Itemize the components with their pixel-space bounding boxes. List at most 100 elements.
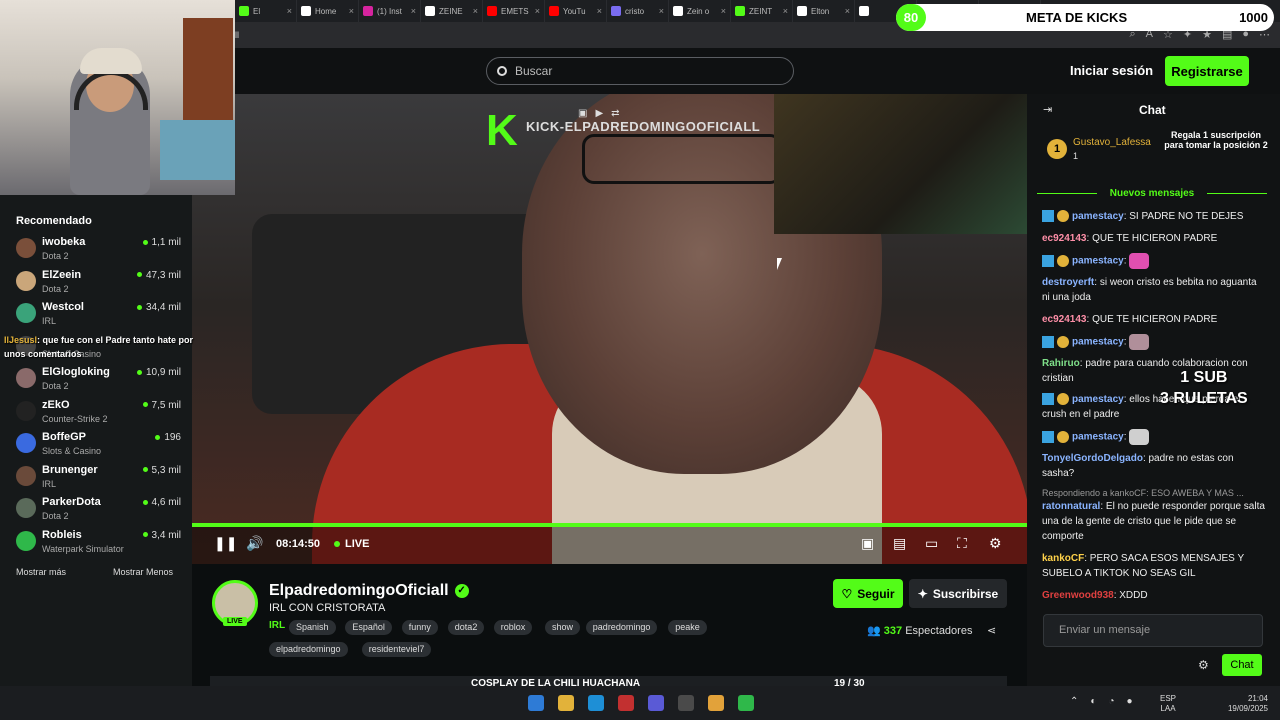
picture-in-picture-icon[interactable]: ▣ — [861, 535, 874, 552]
chat-message[interactable]: ec924143: QUE TE HICIERON PADRE — [1042, 312, 1267, 327]
share-icon[interactable]: ⋖ — [987, 624, 996, 637]
sidebar-channel-item[interactable]: zEkO Counter-Strike 2 7,5 mil — [16, 399, 181, 429]
chat-message-input[interactable]: Enviar un mensaje — [1043, 614, 1263, 647]
channel-name-text: ElpadredomingoOficiall — [269, 582, 449, 599]
browser-tab[interactable]: Home × — [297, 0, 359, 22]
video-player[interactable]: K KICK-ELPADREDOMINGOOFICIALL ▣ ▶ ⇄ ❚❚ 🔊… — [192, 94, 1027, 564]
tab-close-icon[interactable]: × — [721, 6, 726, 16]
sidebar-channel-item[interactable]: ElGlogloking Dota 2 10,9 mil — [16, 366, 181, 396]
sidebar-channel-item[interactable]: ParkerDota Dota 2 4,6 mil — [16, 496, 181, 526]
browser-tab[interactable]: El × — [235, 0, 297, 22]
channel-avatar[interactable]: LIVE — [212, 580, 258, 626]
stream-tag[interactable]: elpadredomingo — [269, 642, 348, 657]
chat-message[interactable]: Greenwood938: XDDD — [1042, 588, 1267, 603]
browser-tab[interactable]: Zein o × — [669, 0, 731, 22]
start-icon[interactable] — [528, 695, 544, 711]
stream-tag[interactable]: roblox — [493, 620, 533, 635]
tab-close-icon[interactable]: × — [783, 6, 788, 16]
sidebar-channel-viewers: 34,4 mil — [136, 302, 181, 313]
show-more-button[interactable]: Mostrar más — [16, 567, 66, 577]
gift-promo-text[interactable]: Regala 1 suscripción para tomar la posic… — [1161, 130, 1271, 150]
tray-mic-icon[interactable]: ● — [1126, 696, 1132, 707]
browser-tab[interactable]: Elton × — [793, 0, 855, 22]
sidebar-channel-item[interactable]: Brunenger IRL 5,3 mil — [16, 464, 181, 494]
obs-icon[interactable] — [618, 695, 634, 711]
new-messages-divider[interactable]: Nuevos mensajes — [1037, 188, 1267, 199]
browser-icon[interactable] — [738, 695, 754, 711]
screenshot-icon[interactable]: ▣ — [578, 108, 587, 119]
stream-tag[interactable]: Spanish — [289, 620, 336, 635]
chat-message[interactable]: ratonnatural: El no puede responder porq… — [1042, 499, 1267, 544]
tab-close-icon[interactable]: × — [287, 6, 292, 16]
clock[interactable]: 21:04 19/09/2025 — [1226, 694, 1268, 714]
stream-tag[interactable]: funny — [401, 620, 438, 635]
discord-icon[interactable] — [648, 695, 664, 711]
browser-tab[interactable]: ZEINT × — [731, 0, 793, 22]
tab-close-icon[interactable]: × — [845, 6, 850, 16]
collapse-chat-icon[interactable]: ⇥ — [1043, 103, 1052, 116]
tab-close-icon[interactable]: × — [659, 6, 664, 16]
chat-message[interactable]: TonyelGordoDelgado: padre no estas con s… — [1042, 451, 1267, 481]
clip-icon[interactable]: ▶ — [595, 108, 603, 119]
stream-tag[interactable]: dota2 — [447, 620, 485, 635]
settings-gear-icon[interactable]: ⚙ — [989, 535, 1002, 552]
language-indicator[interactable]: ESP LAA — [1160, 694, 1176, 714]
clip-create-icon[interactable]: ▤ — [893, 535, 906, 552]
tray-network-icon[interactable]: ◔ — [1108, 696, 1114, 707]
browser-tab[interactable]: ZEINE × — [421, 0, 483, 22]
tray-app-icon[interactable]: ◐ — [1090, 696, 1096, 707]
chat-message[interactable]: kankoCF: PERO SACA ESOS MENSAJES Y SUBEL… — [1042, 551, 1267, 581]
tray-expand-icon[interactable]: ⌃ — [1070, 696, 1078, 707]
show-less-button[interactable]: Mostrar Menos — [113, 567, 173, 577]
chat-message[interactable]: pamestacy: SI PADRE NO TE DEJES — [1042, 209, 1267, 224]
translate-icon[interactable]: ⇄ — [611, 108, 619, 119]
tab-close-icon[interactable]: × — [349, 6, 354, 16]
player-overlay-icons: ▣ ▶ ⇄ — [578, 108, 620, 119]
chat-message[interactable]: ec924143: QUE TE HICIERON PADRE — [1042, 231, 1267, 246]
login-button[interactable]: Iniciar sesión — [1070, 63, 1153, 78]
sidebar-channel-item[interactable]: BoffeGP Slots & Casino 196 — [16, 431, 181, 461]
folder-icon[interactable] — [708, 695, 724, 711]
tab-close-icon[interactable]: × — [411, 6, 416, 16]
chat-message[interactable]: pamestacy: — [1042, 334, 1267, 350]
sidebar-channel-item[interactable]: iwobeka Dota 2 1,1 mil — [16, 236, 181, 266]
chat-message[interactable]: pamestacy: — [1042, 429, 1267, 445]
follow-button[interactable]: ♡ Seguir — [833, 579, 903, 608]
chat-message[interactable]: destroyerft: si weon cristo es bebita no… — [1042, 275, 1267, 305]
pause-icon[interactable]: ❚❚ — [214, 535, 237, 552]
app-icon[interactable] — [678, 695, 694, 711]
subscribe-button[interactable]: ✦ Suscribirse — [909, 579, 1007, 608]
channel-name[interactable]: ElpadredomingoOficiall ✓ — [269, 582, 469, 600]
sidebar-channel-item[interactable]: Westcol IRL 34,4 mil — [16, 301, 181, 331]
stream-tag[interactable]: padredomingo — [585, 620, 658, 635]
file-explorer-icon[interactable] — [558, 695, 574, 711]
browser-tab[interactable]: YouTu × — [545, 0, 607, 22]
fullscreen-icon[interactable]: ⛶ — [957, 535, 967, 552]
stream-tag[interactable]: show — [545, 620, 581, 635]
register-button[interactable]: Registrarse — [1165, 56, 1249, 86]
browser-tab[interactable]: (1) Inst × — [359, 0, 421, 22]
chat-send-button[interactable]: Chat — [1222, 654, 1262, 676]
verified-icon: ✓ — [454, 583, 469, 598]
stream-tag[interactable]: residenteviel7 — [361, 642, 432, 657]
search-input[interactable]: Buscar — [486, 57, 794, 85]
sidebar-channel-item[interactable]: Robleis Waterpark Simulator 3,4 mil — [16, 529, 181, 559]
chat-settings-icon[interactable]: ⚙ — [1198, 658, 1209, 672]
tab-favicon-icon — [301, 6, 311, 16]
browser-tab[interactable]: EMETS × — [483, 0, 545, 22]
stream-tag[interactable]: peake — [668, 620, 707, 635]
sidebar-channel-item[interactable]: ElZeein Dota 2 47,3 mil — [16, 269, 181, 299]
theater-mode-icon[interactable]: ▭ — [925, 535, 938, 552]
tab-close-icon[interactable]: × — [535, 6, 540, 16]
stream-tag[interactable]: Español — [345, 620, 392, 635]
browser-tab[interactable]: cristo × — [607, 0, 669, 22]
edge-icon[interactable] — [588, 695, 604, 711]
stream-category[interactable]: IRL — [269, 620, 285, 631]
address-text[interactable]: ll — [235, 30, 239, 40]
viewer-count: 👥 337 Espectadores — [867, 624, 972, 637]
tab-close-icon[interactable]: × — [473, 6, 478, 16]
viewers-value: 7,5 mil — [151, 399, 181, 411]
tab-close-icon[interactable]: × — [597, 6, 602, 16]
chat-message[interactable]: pamestacy: — [1042, 253, 1267, 269]
volume-icon[interactable]: 🔊 — [246, 535, 263, 552]
